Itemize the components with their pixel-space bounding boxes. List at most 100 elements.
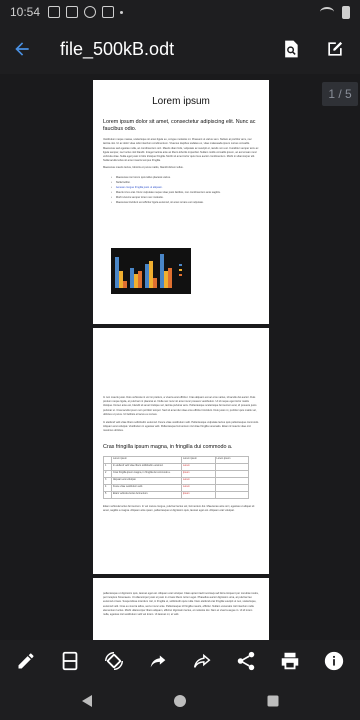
page-subheading: Cras fringilla ipsum magna, in fringilla… — [103, 443, 233, 450]
bottom-toolbar — [0, 640, 360, 682]
table-row: 3 Aliquam erat volutpat. Lorem — [103, 476, 249, 485]
table-cell — [214, 476, 249, 485]
chart-bar — [153, 278, 157, 288]
chart-legend-swatch — [179, 269, 182, 271]
nav-recents-icon — [267, 695, 279, 707]
table-row: 4 Fusce vitae vestibulum velit. Lorem — [103, 483, 249, 492]
table-cell: 1 — [103, 462, 112, 471]
search-button[interactable] — [272, 30, 310, 68]
page-paragraph: In non mauris justo. Duis vehicula mi ve… — [103, 396, 257, 416]
nav-back-button[interactable] — [72, 686, 102, 716]
redo-icon — [150, 655, 166, 668]
chart-bar — [134, 274, 138, 288]
chart-bar — [130, 268, 134, 288]
document-viewer[interactable]: Lorem ipsum Lorem ipsum dolor sit amet, … — [0, 74, 360, 640]
chart-bar — [164, 271, 168, 288]
notification-icon — [102, 6, 115, 18]
rotate-icon — [105, 652, 123, 670]
table-cell — [214, 469, 249, 478]
chart-bar — [160, 254, 164, 288]
status-right — [320, 5, 350, 19]
table-cell — [214, 490, 249, 499]
table-cell: 4 — [103, 483, 112, 492]
document-title: file_500kB.odt — [60, 38, 175, 59]
nav-home-icon — [173, 695, 186, 707]
edit-pencil-button[interactable] — [8, 643, 44, 679]
redo-button[interactable] — [140, 643, 176, 679]
page-paragraph: Vestibulum neque massa, scelerisque sit … — [103, 138, 259, 163]
table-cell: In eleifend velit vitae libero sollicitu… — [111, 462, 182, 471]
nav-home-button[interactable] — [165, 686, 195, 716]
status-bar: 10:54 — [0, 0, 360, 24]
system-nav-bar — [0, 682, 360, 720]
table-cell: Lorem — [181, 462, 216, 471]
more-dot-icon — [120, 10, 124, 14]
document-page-3: pellentesque ut dignissim quis, laoreet … — [93, 578, 269, 640]
table-cell: 5 — [103, 490, 112, 499]
table-cell: Cras fringilla ipsum magna, in fringilla… — [111, 469, 182, 478]
table-cell: Fusce vitae vestibulum velit. — [111, 483, 182, 492]
arrow-left-icon — [15, 42, 29, 56]
document-page-1: Lorem ipsum Lorem ipsum dolor sit amet, … — [93, 80, 269, 324]
table-cell: Lorem — [181, 483, 216, 492]
page-paragraph: Etiam vehicula luctus fermentum. In vel … — [103, 504, 255, 512]
table-cell: Aliquam erat volutpat. — [111, 476, 182, 485]
forward-icon — [193, 653, 211, 668]
table-cell: Lorem ipsum — [181, 455, 216, 464]
app-bar: file_500kB.odt — [0, 24, 360, 74]
chart-bar — [145, 264, 149, 288]
forward-button[interactable] — [184, 643, 220, 679]
chart-bar — [149, 261, 153, 288]
chart-bar — [119, 271, 123, 288]
search-doc-icon — [285, 40, 298, 58]
share-icon — [237, 651, 255, 671]
pencil-icon — [18, 653, 34, 669]
page-paragraph: In eleifend velit vitae libero sollicitu… — [103, 421, 259, 433]
page-paragraph: Maecenas mauris lectus, lobortis et puru… — [103, 166, 184, 170]
nav-recents-button[interactable] — [258, 686, 288, 716]
table-row: 5 Etiam vehicula luctus fermentum. Ipsum — [103, 490, 249, 499]
chart-legend-swatch — [179, 264, 182, 266]
table-cell — [103, 455, 112, 464]
bullet-list: Maecenas non lorem quis tellus placerat … — [111, 175, 259, 205]
table-cell: 3 — [103, 476, 112, 485]
table-cell — [214, 462, 249, 471]
share-button[interactable] — [228, 643, 264, 679]
chart-bar — [115, 257, 119, 288]
table-cell: Lorem ipsum — [214, 455, 249, 464]
notification-icon — [66, 6, 79, 18]
edit-button[interactable] — [316, 30, 354, 68]
table-row: 1 In eleifend velit vitae libero sollicit… — [103, 462, 249, 471]
rotate-button[interactable] — [96, 643, 132, 679]
chart-bar — [168, 268, 172, 288]
print-button[interactable] — [272, 643, 308, 679]
info-icon — [324, 651, 344, 671]
page-heading: Lorem ipsum — [152, 96, 210, 107]
edit-external-icon — [328, 41, 343, 56]
table-cell: Ipsum — [181, 469, 216, 478]
app-bar-actions — [272, 30, 354, 68]
split-view-button[interactable] — [52, 643, 88, 679]
document-table: Lorem ipsum Lorem ipsum Lorem ipsum 1 In ele… — [103, 455, 249, 499]
print-icon — [281, 652, 299, 670]
notification-icon — [48, 6, 61, 18]
page-lead-paragraph: Lorem ipsum dolor sit amet, consectetur … — [103, 119, 256, 132]
info-button[interactable] — [316, 643, 352, 679]
table-cell: 2 — [103, 469, 112, 478]
table-cell: Lorem — [181, 476, 216, 485]
app-root: 10:54 file_500kB.odt Lorem ipsum Lorem i… — [0, 0, 360, 720]
battery-icon — [342, 5, 350, 19]
page-paragraph: pellentesque ut dignissim quis, laoreet … — [103, 592, 259, 617]
chart-bar — [123, 281, 127, 288]
document-page-2: In non mauris justo. Duis vehicula mi ve… — [93, 328, 269, 574]
table-cell: Etiam vehicula luctus fermentum. — [111, 490, 182, 499]
table-row: Lorem ipsum Lorem ipsum Lorem ipsum — [103, 455, 249, 464]
table-cell: Lorem ipsum — [111, 455, 182, 464]
nav-back-icon — [81, 695, 92, 707]
split-icon — [62, 651, 78, 671]
embedded-bar-chart — [111, 248, 191, 294]
chart-bar — [138, 271, 142, 288]
status-time: 10:54 — [10, 5, 41, 19]
notification-icon — [84, 6, 97, 18]
back-button[interactable] — [0, 27, 44, 71]
